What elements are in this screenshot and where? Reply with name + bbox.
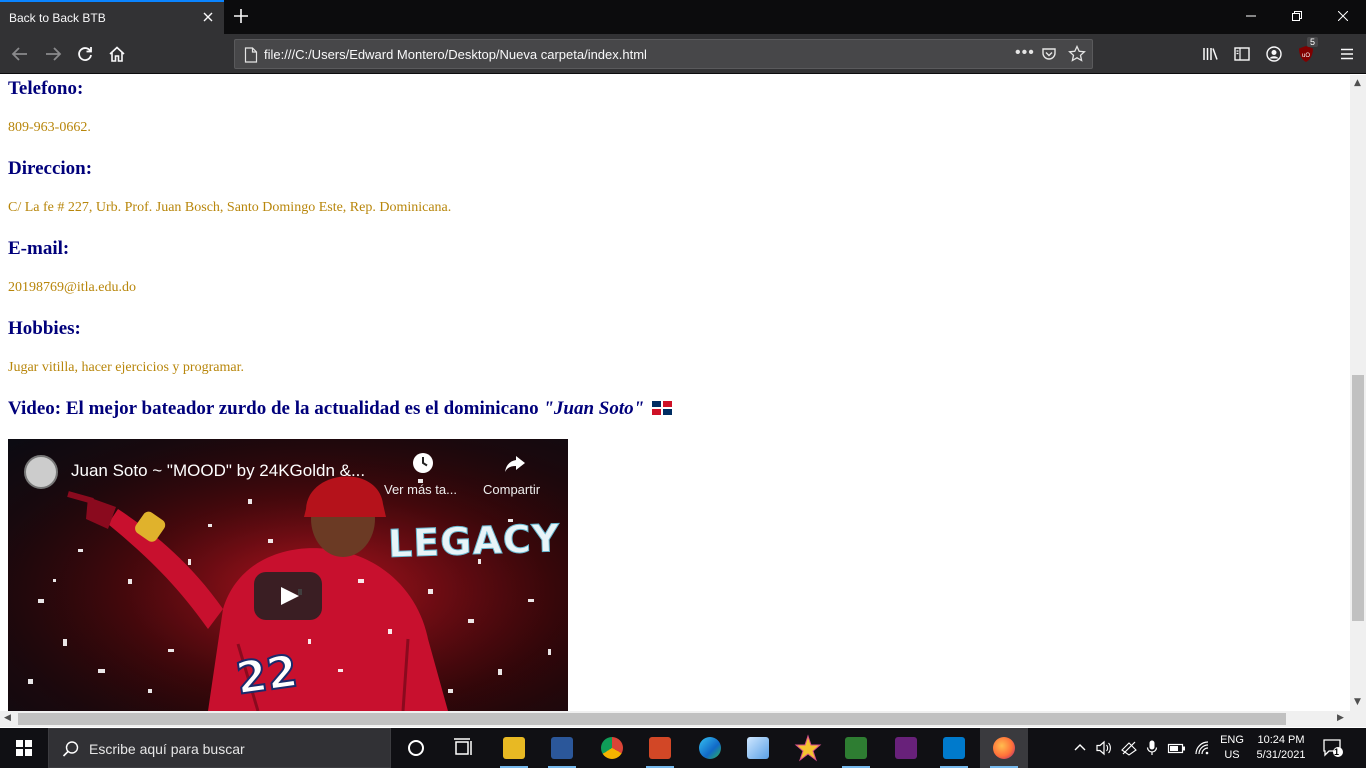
visual-studio-icon[interactable] (882, 728, 930, 768)
legacy-overlay-text: LEGACY (387, 516, 562, 567)
search-icon (62, 740, 80, 763)
jersey-number: 22 (233, 646, 301, 705)
forward-icon[interactable] (41, 42, 65, 66)
new-tab-icon[interactable] (231, 6, 251, 26)
share-icon[interactable] (504, 452, 526, 479)
back-icon[interactable] (8, 42, 32, 66)
minimize-icon[interactable] (1228, 0, 1274, 32)
sidebar-icon[interactable] (1230, 42, 1254, 66)
scroll-left-icon[interactable]: ◀ (4, 713, 11, 723)
clock[interactable]: 10:24 PM 5/31/2021 (1252, 733, 1310, 763)
account-icon[interactable] (1262, 42, 1286, 66)
starred-app-icon[interactable] (784, 728, 832, 768)
hobbies-text: Jugar vitilla, hacer ejercicios y progra… (8, 360, 244, 375)
clock-time: 10:24 PM (1257, 734, 1305, 746)
email-heading: E-mail: (8, 238, 70, 259)
battery-icon[interactable] (1167, 739, 1187, 768)
dominican-flag-icon (651, 399, 672, 421)
address-heading: Direccion: (8, 158, 93, 179)
address-text: C/ La fe # 227, Urb. Prof. Juan Bosch, S… (8, 200, 452, 215)
close-tab-icon[interactable] (200, 9, 216, 25)
wifi-icon[interactable] (1193, 739, 1211, 768)
taskbar-search-box[interactable]: Escribe aquí para buscar (48, 728, 391, 768)
page-content: Telefono: 809-963-0662. Direccion: C/ La… (0, 75, 1350, 711)
keyboard-layout: US (1224, 749, 1240, 761)
powerpoint-icon[interactable] (636, 728, 684, 768)
language-code: ENG (1220, 734, 1244, 746)
video-title[interactable]: Juan Soto ~ "MOOD" by 24KGoldn &... (71, 461, 365, 481)
search-placeholder: Escribe aquí para buscar (89, 741, 245, 757)
firefox-icon[interactable] (980, 728, 1028, 768)
close-window-icon[interactable] (1320, 0, 1366, 32)
share-label[interactable]: Compartir (483, 482, 540, 497)
edge-icon[interactable] (686, 728, 734, 768)
url-text[interactable]: file:///C:/Users/Edward Montero/Desktop/… (264, 47, 647, 62)
play-icon (281, 587, 299, 605)
address-bar[interactable]: file:///C:/Users/Edward Montero/Desktop/… (234, 39, 1093, 69)
task-view-icon[interactable] (440, 728, 488, 768)
tab-title: Back to Back BTB (9, 11, 106, 25)
vertical-scroll-thumb[interactable] (1352, 375, 1364, 621)
navigation-toolbar: file:///C:/Users/Edward Montero/Desktop/… (0, 34, 1366, 74)
video-heading: Video: El mejor bateador zurdo de la act… (8, 398, 672, 421)
chrome-icon[interactable] (588, 728, 636, 768)
horizontal-scroll-thumb[interactable] (18, 713, 1286, 725)
3d-viewer-icon[interactable] (734, 728, 782, 768)
scrollbar-corner (1350, 711, 1366, 727)
phone-text: 809-963-0662. (8, 120, 91, 135)
tab-bar: Back to Back BTB (0, 0, 1366, 34)
extension-badge: 5 (1307, 37, 1319, 47)
word-icon[interactable] (538, 728, 586, 768)
show-hidden-icons-icon[interactable] (1072, 739, 1088, 768)
network-status-icon[interactable] (1120, 739, 1138, 768)
scroll-right-icon[interactable]: ▶ (1337, 713, 1344, 723)
microphone-icon[interactable] (1145, 739, 1159, 768)
input-language[interactable]: ENG US (1219, 733, 1245, 763)
media-app-icon[interactable] (832, 728, 880, 768)
video-heading-emphasis: "Juan Soto" (543, 398, 645, 419)
play-button[interactable] (254, 572, 322, 620)
vertical-scrollbar[interactable]: ▲ ▼ (1350, 75, 1366, 711)
menu-icon[interactable] (1335, 42, 1359, 66)
reload-icon[interactable] (73, 42, 97, 66)
hobbies-heading: Hobbies: (8, 318, 81, 339)
scroll-down-icon[interactable]: ▼ (1354, 697, 1361, 707)
page-file-icon (244, 47, 258, 68)
phone-heading: Telefono: (8, 78, 84, 99)
clock-date: 5/31/2021 (1256, 749, 1306, 761)
cortana-icon[interactable] (392, 728, 440, 768)
vscode-icon[interactable] (930, 728, 978, 768)
bookmark-star-icon[interactable] (1068, 44, 1086, 68)
home-icon[interactable] (105, 42, 129, 66)
page-actions-icon[interactable]: ••• (1015, 44, 1035, 62)
horizontal-scrollbar[interactable]: ◀ ▶ (0, 711, 1350, 727)
windows-taskbar: Escribe aquí para buscar ENG US 10:24 PM… (0, 728, 1366, 768)
channel-avatar[interactable] (24, 455, 58, 489)
svg-text:uO: uO (1302, 53, 1310, 59)
watch-later-label[interactable]: Ver más ta... (384, 482, 457, 497)
volume-icon[interactable] (1095, 739, 1113, 768)
notification-count: 1 (1334, 747, 1340, 757)
restore-icon[interactable] (1274, 0, 1320, 32)
pocket-icon[interactable] (1041, 46, 1057, 67)
embedded-video-player[interactable]: 22 Juan Soto ~ "MOOD" by 24KGoldn &... V… (8, 439, 568, 711)
video-heading-prefix: Video: El mejor bateador zurdo de la act… (8, 398, 544, 419)
watch-later-icon[interactable] (412, 452, 434, 479)
tab-active[interactable]: Back to Back BTB (0, 0, 224, 34)
email-text: 20198769@itla.edu.do (8, 280, 136, 295)
scroll-up-icon[interactable]: ▲ (1354, 78, 1361, 88)
windows-start-icon[interactable] (0, 728, 48, 768)
notifications-icon[interactable] (1322, 738, 1344, 768)
file-explorer-icon[interactable] (490, 728, 538, 768)
library-icon[interactable] (1198, 42, 1222, 66)
